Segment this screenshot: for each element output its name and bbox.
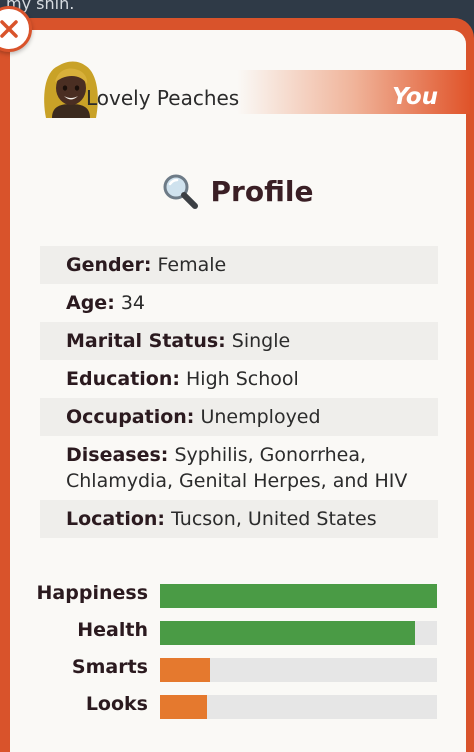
info-value: High School [186, 368, 299, 390]
stat-label: Looks [85, 693, 148, 715]
info-row-diseases: Diseases: Syphilis, Gonorrhea, Chlamydia… [40, 436, 438, 500]
info-value: Single [231, 330, 291, 352]
info-row-location: Location: Tucson, United States [40, 500, 438, 538]
stat-bar-track [160, 695, 437, 719]
info-label: Education: [66, 368, 180, 390]
stat-row-smarts: Smarts [0, 654, 474, 691]
info-row-occupation: Occupation: Unemployed [40, 398, 438, 436]
you-badge: You [392, 84, 438, 110]
stats-panel: Happiness Health Smarts Looks [0, 580, 474, 728]
stat-label: Happiness [36, 582, 148, 604]
info-label: Marital Status: [66, 330, 226, 352]
stat-bar-fill [160, 658, 210, 682]
stat-bar-fill [160, 584, 437, 608]
info-label: Diseases: [66, 444, 169, 466]
info-label: Occupation: [66, 406, 195, 428]
info-value: Unemployed [200, 406, 321, 428]
stat-label: Smarts [71, 656, 148, 678]
info-value: Tucson, United States [171, 508, 377, 530]
stat-row-looks: Looks [0, 691, 474, 728]
stat-row-happiness: Happiness [0, 580, 474, 617]
stat-bar-track [160, 658, 437, 682]
page-title: Profile [210, 174, 314, 208]
stat-bar-track [160, 584, 437, 608]
info-row-gender: Gender: Female [40, 246, 438, 284]
magnifying-glass-icon [163, 174, 198, 209]
stat-bar-fill [160, 621, 415, 645]
close-icon [0, 20, 18, 38]
stat-bar-fill [160, 695, 208, 719]
info-value: Female [157, 254, 227, 276]
profile-info-table: Gender: Female Age: 34 Marital Status: S… [40, 246, 438, 538]
info-row-education: Education: High School [40, 360, 438, 398]
info-row-age: Age: 34 [40, 284, 438, 322]
info-label: Location: [66, 508, 166, 530]
stat-bar-track [160, 621, 437, 645]
stat-row-health: Health [0, 617, 474, 654]
info-row-marital-status: Marital Status: Single [40, 322, 438, 360]
info-label: Age: [66, 292, 115, 314]
profile-heading: Profile [0, 172, 474, 210]
info-value: 34 [120, 292, 146, 314]
stat-label: Health [77, 619, 148, 641]
character-name: Lovely Peaches [86, 86, 240, 110]
info-label: Gender: [66, 254, 152, 276]
